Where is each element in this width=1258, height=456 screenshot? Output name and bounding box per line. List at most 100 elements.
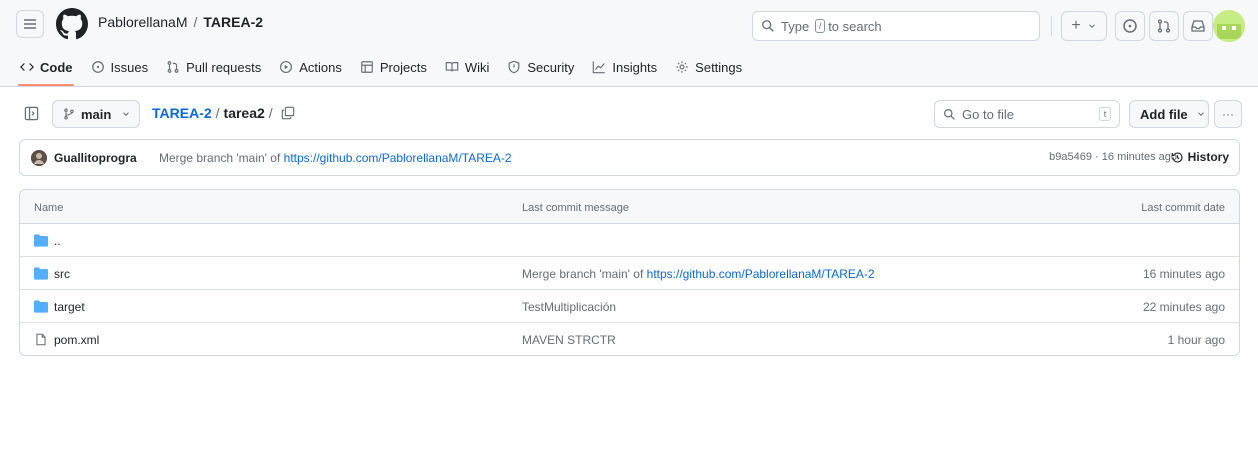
row-commit-message[interactable]: MAVEN STRCTR <box>522 333 616 347</box>
tab-pull-requests-label: Pull requests <box>186 59 262 75</box>
tab-issues[interactable]: Issues <box>91 54 159 80</box>
commit-message[interactable]: Merge branch 'main' of https://github.co… <box>159 151 512 165</box>
repo-breadcrumb: PablorellanaM / TAREA-2 <box>98 14 263 30</box>
commit-message-link[interactable]: https://github.com/PablorellanaM/TAREA-2 <box>284 151 512 165</box>
tab-pull-requests[interactable]: Pull requests <box>166 54 271 80</box>
row-name[interactable]: src <box>54 267 70 281</box>
chevron-down-icon <box>1088 24 1095 28</box>
path-trailing-separator: / <box>268 105 273 121</box>
row-commit-message-text: Merge branch 'main' of <box>522 267 644 281</box>
global-search-input[interactable]: Type / to search <box>752 11 1040 41</box>
table-row[interactable]: target TestMultiplicación 22 minutes ago <box>20 290 1239 323</box>
inbox-button[interactable] <box>1183 11 1213 41</box>
latest-commit-bar: Guallitoprogra Merge branch 'main' of ht… <box>19 139 1240 176</box>
code-icon <box>20 63 34 71</box>
create-new-button[interactable]: + <box>1061 11 1107 41</box>
history-icon <box>1171 151 1183 163</box>
chevron-down-icon <box>123 112 130 116</box>
chevron-down-icon <box>1197 112 1204 116</box>
commit-author-link[interactable]: Guallitoprogra <box>54 151 137 165</box>
path-root-link[interactable]: TAREA-2 <box>152 105 212 121</box>
repo-nav-tabs: Code Issues Pull requests Actions Projec… <box>20 54 760 82</box>
more-options-button[interactable]: ··· <box>1214 100 1242 128</box>
history-button[interactable]: History <box>1171 150 1229 164</box>
tab-issues-label: Issues <box>110 59 149 75</box>
active-tab-indicator <box>18 84 74 86</box>
tab-actions-label: Actions <box>299 59 342 75</box>
row-commit-message[interactable]: Merge branch 'main' of https://github.co… <box>522 267 875 281</box>
shield-icon <box>509 60 520 74</box>
issue-opened-icon <box>1123 19 1137 33</box>
tab-settings[interactable]: Settings <box>675 54 752 80</box>
search-placeholder-pre: Type <box>781 18 810 34</box>
gear-icon <box>676 61 688 73</box>
table-row[interactable]: src Merge branch 'main' of https://githu… <box>20 257 1239 290</box>
copy-path-icon[interactable] <box>281 106 295 120</box>
folder-icon <box>34 300 48 313</box>
row-name[interactable]: pom.xml <box>54 333 99 347</box>
avatar-image-icon <box>31 150 47 166</box>
user-avatar[interactable] <box>1213 10 1245 42</box>
repo-owner-link[interactable]: PablorellanaM <box>98 14 188 30</box>
commit-author-avatar[interactable] <box>31 150 47 166</box>
book-icon <box>445 62 459 72</box>
file-tree-toggle[interactable] <box>20 102 42 124</box>
graph-icon <box>593 61 606 74</box>
tab-projects[interactable]: Projects <box>360 54 437 80</box>
pull-requests-button[interactable] <box>1149 11 1179 41</box>
app-header: PablorellanaM / TAREA-2 Type / to search… <box>0 0 1258 87</box>
tab-code-label: Code <box>40 59 73 75</box>
tab-wiki[interactable]: Wiki <box>445 54 500 80</box>
git-branch-icon <box>64 108 74 120</box>
tab-code[interactable]: Code <box>20 54 83 80</box>
row-commit-date: 22 minutes ago <box>1142 300 1225 314</box>
file-icon <box>36 333 46 346</box>
commit-hash-time[interactable]: b9a5469 · 16 minutes ago <box>1049 151 1177 163</box>
go-to-file-shortcut-key: t <box>1099 107 1111 121</box>
go-to-file-input[interactable]: Go to file t <box>934 100 1120 128</box>
folder-icon <box>34 267 48 280</box>
table-row[interactable]: pom.xml MAVEN STRCTR 1 hour ago <box>20 323 1239 355</box>
tab-security-label: Security <box>527 59 575 75</box>
search-shortcut-key: / <box>815 19 826 33</box>
search-icon <box>944 108 955 120</box>
column-header-date: Last commit date <box>1141 202 1225 214</box>
column-header-name: Name <box>34 202 64 214</box>
sidebar-expand-icon <box>24 106 38 120</box>
row-commit-message[interactable]: TestMultiplicación <box>522 300 616 314</box>
column-header-message: Last commit message <box>522 202 629 214</box>
search-placeholder-post: to search <box>828 18 882 34</box>
issues-button[interactable] <box>1115 11 1145 41</box>
branch-selector[interactable]: main <box>52 100 140 128</box>
menu-button[interactable] <box>16 10 44 38</box>
table-header: Name Last commit message Last commit dat… <box>20 190 1239 224</box>
table-icon <box>361 61 373 73</box>
row-name[interactable]: .. <box>54 234 61 248</box>
row-commit-date: 1 hour ago <box>1167 333 1225 347</box>
search-icon <box>762 20 774 32</box>
tab-security[interactable]: Security <box>507 54 584 80</box>
tab-actions[interactable]: Actions <box>279 54 352 80</box>
row-commit-message-link[interactable]: https://github.com/PablorellanaM/TAREA-2 <box>647 267 875 281</box>
path-current-folder: tarea2 <box>223 105 265 121</box>
file-path-breadcrumb: TAREA-2 / tarea2 / <box>152 105 295 121</box>
repo-name-link[interactable]: TAREA-2 <box>203 14 263 30</box>
add-file-button[interactable]: Add file <box>1129 100 1209 128</box>
github-logo-icon[interactable] <box>56 8 88 40</box>
tab-settings-label: Settings <box>695 59 743 75</box>
row-commit-date: 16 minutes ago <box>1142 267 1225 281</box>
pull-request-icon <box>167 61 179 73</box>
pull-request-icon <box>1157 19 1171 33</box>
header-divider <box>1051 16 1052 36</box>
go-to-file-placeholder: Go to file <box>962 106 1015 122</box>
tab-insights[interactable]: Insights <box>592 54 667 80</box>
issue-icon <box>91 61 104 73</box>
avatar-image-icon <box>1213 10 1245 42</box>
path-separator: / <box>215 105 220 121</box>
plus-icon: + <box>1071 17 1081 34</box>
kebab-horizontal-icon: ··· <box>1222 107 1234 121</box>
table-row[interactable]: .. <box>20 224 1239 257</box>
row-name[interactable]: target <box>54 300 85 314</box>
file-table: Name Last commit message Last commit dat… <box>19 189 1240 356</box>
play-icon <box>280 61 293 73</box>
